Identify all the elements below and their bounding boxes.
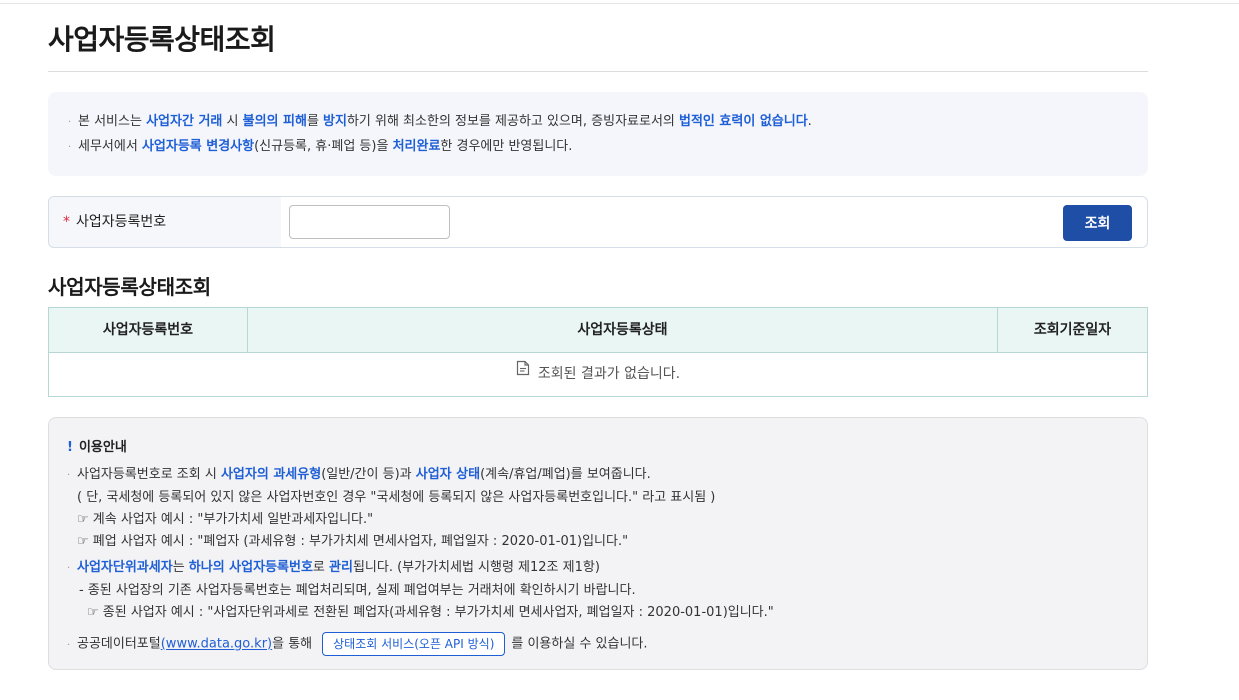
guide-item-1: · 사업자등록번호로 조회 시 사업자의 과세유형(일반/간이 등)과 사업자 상…: [67, 464, 1129, 487]
exclamation-icon: !: [67, 440, 73, 455]
open-api-service-button[interactable]: 상태조회 서비스(오픈 API 방식): [322, 632, 506, 656]
column-header-business-number: 사업자등록번호: [49, 308, 248, 352]
results-table-header: 사업자등록번호 사업자등록상태 조회기준일자: [49, 308, 1147, 353]
notice-line-1: · 본 서비스는 사업자간 거래 시 불의의 피해를 방지하기 위해 최소한의 정…: [68, 110, 1128, 135]
bullet-icon: ·: [68, 142, 72, 153]
guide-item-1-example-2: ☞ 폐업 사업자 예시 : "폐업자 (과세유형 : 부가가치세 면세사업자, …: [77, 534, 629, 549]
document-icon: [516, 351, 530, 394]
guide-title: ! 이용안내: [67, 440, 127, 455]
business-number-label-text: 사업자등록번호: [76, 214, 167, 230]
results-empty-message: 조회된 결과가 없습니다.: [537, 366, 681, 382]
usage-guide: ! 이용안내 · 사업자등록번호로 조회 시 사업자의 과세유형(일반/간이 등)과…: [48, 417, 1148, 670]
business-number-label: * 사업자등록번호: [49, 197, 281, 247]
required-mark: *: [63, 214, 70, 230]
top-border: [0, 3, 1239, 4]
title-divider: [48, 71, 1148, 72]
service-notice: · 본 서비스는 사업자간 거래 시 불의의 피해를 방지하기 위해 최소한의 정…: [48, 92, 1148, 176]
guide-item-2: · 사업자단위과세자는 하나의 사업자등록번호로 관리됩니다. (부가가치세법 시…: [67, 557, 1129, 580]
search-form: * 사업자등록번호 조회: [48, 196, 1148, 248]
bullet-icon: ·: [68, 117, 72, 128]
business-number-input[interactable]: [289, 205, 450, 239]
data-portal-link[interactable]: (www.data.go.kr): [161, 637, 272, 652]
guide-item-2-example: ☞ 종된 사업자 예시 : "사업자단위과세로 전환된 폐업자(과세유형 : 부…: [87, 605, 774, 620]
guide-item-3: · 공공데이터포털(www.data.go.kr)을 통해 상태조회 서비스(오픈 …: [67, 632, 1129, 657]
bullet-icon: ·: [67, 563, 71, 574]
results-empty-row: 조회된 결과가 없습니다.: [49, 353, 1147, 396]
results-table: 사업자등록번호 사업자등록상태 조회기준일자 조회된 결과가 없습니다.: [48, 307, 1148, 397]
search-button[interactable]: 조회: [1063, 205, 1132, 241]
notice-line-2: · 세무서에서 사업자등록 변경사항(신규등록, 휴·폐업 등)을 처리완료한 경…: [68, 135, 1128, 160]
column-header-query-date: 조회기준일자: [1033, 322, 1112, 338]
bullet-icon: ·: [67, 470, 71, 481]
results-section-title: 사업자등록상태조회: [48, 275, 211, 299]
guide-item-2-sub: - 종된 사업장의 기존 사업자등록번호는 폐업처리되며, 실제 폐업여부는 거…: [79, 583, 636, 598]
column-header-business-status: 사업자등록상태: [248, 308, 998, 352]
guide-item-1-note: ( 단, 국세청에 등록되어 있지 않은 사업자번호인 경우 "국세청에 등록되…: [77, 490, 716, 505]
guide-item-1-example-1: ☞ 계속 사업자 예시 : "부가가치세 일반과세자입니다.": [77, 512, 374, 527]
page-title: 사업자등록상태조회: [48, 23, 276, 56]
bullet-icon: ·: [67, 639, 71, 651]
